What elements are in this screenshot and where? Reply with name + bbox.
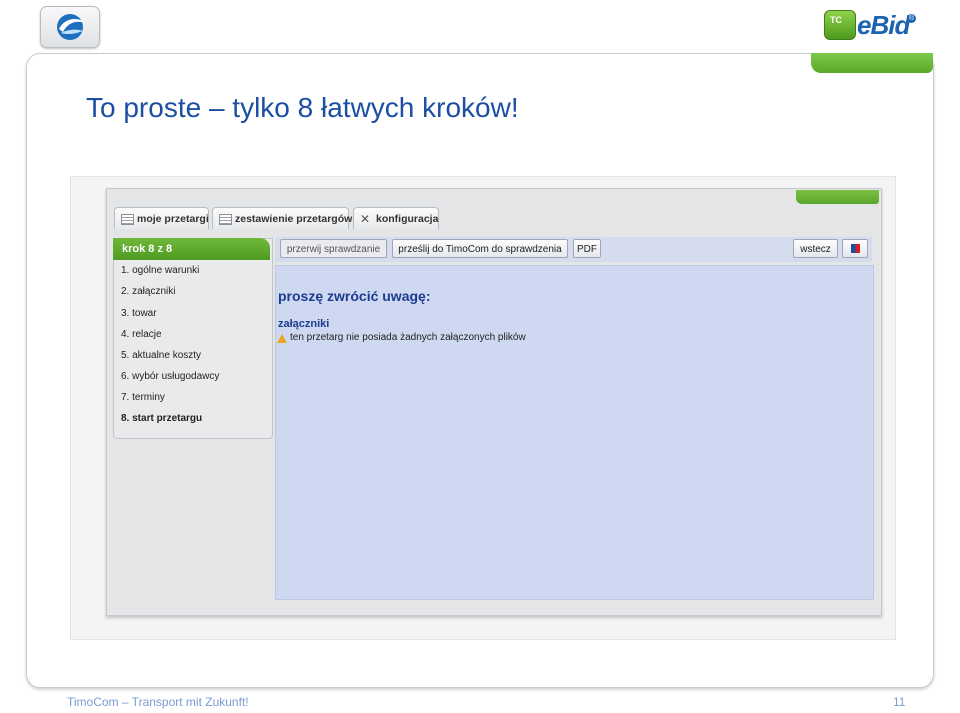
tab-label: zestawienie przetargów bbox=[235, 213, 353, 225]
tab-moje-przetargi[interactable]: moje przetargi bbox=[114, 207, 209, 229]
app-accent-corner bbox=[796, 190, 879, 204]
language-flag-button[interactable] bbox=[842, 239, 868, 258]
list-icon bbox=[219, 214, 232, 225]
send-for-review-button[interactable]: prześlij do TimoCom do sprawdzenia bbox=[392, 239, 568, 258]
step-item-5[interactable]: 5. aktualne koszty bbox=[121, 350, 201, 361]
page-number: 11 bbox=[893, 695, 906, 709]
attention-heading: proszę zwrócić uwagę: bbox=[278, 288, 431, 304]
ebid-brand-name: eBid bbox=[857, 10, 910, 40]
ebid-badge-icon: TC bbox=[824, 10, 856, 40]
step-item-8-active[interactable]: 8. start przetargu bbox=[121, 413, 202, 424]
tab-konfiguracja[interactable]: ✕ konfiguracja bbox=[353, 207, 439, 229]
tab-label: moje przetargi bbox=[137, 213, 209, 225]
content-panel bbox=[275, 265, 874, 600]
warning-icon bbox=[277, 334, 287, 343]
footer-tagline: TimoCom – Transport mit Zukunft! bbox=[67, 695, 249, 709]
step-item-6[interactable]: 6. wybór usługodawcy bbox=[121, 371, 219, 382]
timocom-logo bbox=[40, 6, 100, 48]
step-item-3[interactable]: 3. towar bbox=[121, 308, 157, 319]
steps-header: krok 8 z 8 bbox=[113, 238, 270, 260]
step-item-7[interactable]: 7. terminy bbox=[121, 392, 165, 403]
step-item-4[interactable]: 4. relacje bbox=[121, 329, 162, 340]
warning-message: ten przetarg nie posiada żadnych załączo… bbox=[290, 332, 526, 343]
pdf-button[interactable]: PDF bbox=[573, 239, 601, 258]
step-item-2[interactable]: 2. załączniki bbox=[121, 286, 175, 297]
ebid-logo: TC eBid ® bbox=[824, 8, 920, 44]
back-button[interactable]: wstecz bbox=[793, 239, 838, 258]
step-item-1[interactable]: 1. ogólne warunki bbox=[121, 265, 199, 276]
section-attachments[interactable]: załączniki bbox=[278, 318, 329, 330]
tab-label: konfiguracja bbox=[376, 213, 439, 225]
slide-accent-tab bbox=[811, 53, 933, 73]
flag-icon bbox=[851, 244, 860, 253]
stop-check-button[interactable]: przerwij sprawdzanie bbox=[280, 239, 387, 258]
tools-icon: ✕ bbox=[360, 212, 371, 226]
timocom-swoosh-icon bbox=[57, 14, 85, 40]
tab-zestawienie-przetargow[interactable]: zestawienie przetargów bbox=[212, 207, 353, 229]
list-icon bbox=[121, 214, 134, 225]
registered-mark: ® bbox=[907, 14, 916, 23]
slide-title: To proste – tylko 8 łatwych kroków! bbox=[86, 92, 519, 123]
ebid-badge-text: TC bbox=[830, 15, 842, 25]
